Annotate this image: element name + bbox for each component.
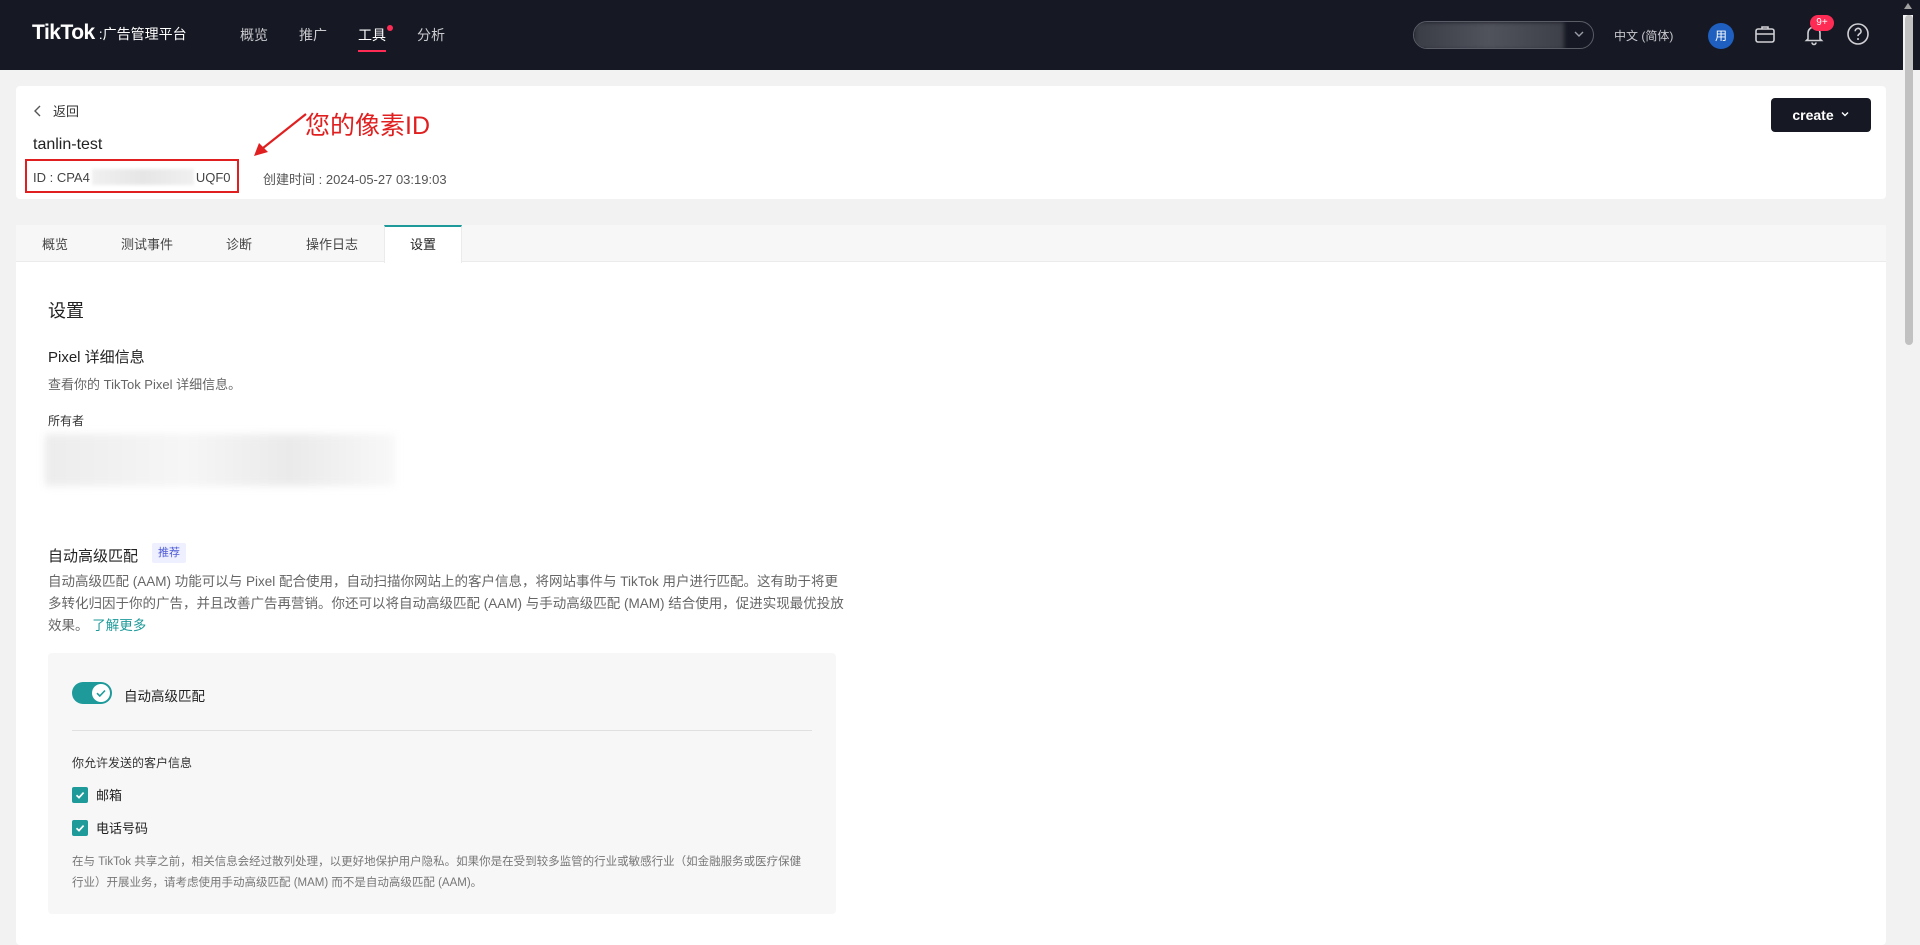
chevron-down-icon — [1573, 28, 1585, 43]
aam-description-text: 自动高级匹配 (AAM) 功能可以与 Pixel 配合使用，自动扫描你网站上的客… — [48, 574, 844, 633]
pixel-details-title: Pixel 详细信息 — [48, 349, 145, 366]
chevron-left-icon — [34, 105, 41, 116]
allowed-info-label: 你允许发送的客户信息 — [72, 756, 193, 770]
pixel-id-suffix: UQF0 — [195, 169, 231, 185]
checkbox-checked-icon — [72, 786, 88, 803]
divider — [72, 730, 812, 731]
back-link[interactable]: 返回 — [33, 101, 79, 120]
avatar[interactable]: 用 — [1708, 23, 1734, 49]
tab-activity-log[interactable]: 操作日志 — [290, 225, 374, 262]
create-button[interactable]: create — [1771, 98, 1871, 132]
nav-new-dot — [387, 25, 393, 31]
briefcase-icon[interactable] — [1753, 22, 1777, 46]
email-checkbox-label: 邮箱 — [96, 788, 123, 803]
owner-redacted — [45, 434, 395, 486]
created-time: 创建时间 : 2024-05-27 03:19:03 — [263, 172, 447, 187]
page-scrollbar-thumb[interactable] — [1905, 15, 1913, 345]
aam-toggle-label: 自动高级匹配 — [124, 689, 205, 704]
account-switcher[interactable] — [1413, 21, 1594, 49]
nav-item-overview[interactable]: 概览 — [240, 0, 268, 70]
language-selector[interactable]: 中文 (简体) — [1614, 27, 1673, 44]
phone-checkbox[interactable]: 电话号码 — [72, 818, 148, 837]
pixel-id-prefix: ID : CPA4 — [33, 169, 90, 185]
nav-item-tools-label: 工具 — [358, 27, 386, 43]
tab-test-events[interactable]: 测试事件 — [104, 225, 190, 262]
notification-badge: 9+ — [1810, 15, 1834, 31]
tab-settings[interactable]: 设置 — [384, 225, 462, 263]
aam-toggle[interactable] — [72, 682, 112, 704]
pixel-details-desc: 查看你的 TikTok Pixel 详细信息。 — [48, 377, 242, 392]
pixel-id-redacted — [91, 169, 194, 185]
annotation-text: 您的像素ID — [305, 112, 431, 140]
pixel-id: ID : CPA4 UQF0 — [33, 169, 231, 185]
nav-item-tools[interactable]: 工具 — [358, 0, 393, 70]
tab-overview[interactable]: 概览 — [16, 225, 94, 262]
top-navigation-bar: TikTok :广告管理平台 概览 推广 工具 分析 中文 (简体) 用 9+ — [0, 0, 1920, 70]
pixel-name: tanlin-test — [33, 136, 103, 153]
back-label: 返回 — [53, 104, 80, 119]
check-icon — [96, 689, 106, 698]
settings-title: 设置 — [48, 301, 84, 321]
email-checkbox[interactable]: 邮箱 — [72, 785, 122, 804]
account-name-redacted — [1414, 22, 1564, 48]
tab-diagnostics[interactable]: 诊断 — [206, 225, 272, 262]
logo-subtitle: :广告管理平台 — [98, 26, 187, 42]
toggle-knob — [92, 684, 110, 702]
main-nav: 概览 推广 工具 分析 — [240, 0, 476, 70]
aam-title: 自动高级匹配 — [48, 548, 139, 565]
tiktok-ads-logo[interactable]: TikTok :广告管理平台 — [32, 21, 187, 45]
annotation-arrow-icon — [254, 113, 307, 156]
create-button-label: create — [1792, 107, 1834, 123]
phone-checkbox-label: 电话号码 — [96, 821, 149, 836]
nav-item-campaign[interactable]: 推广 — [299, 0, 327, 70]
help-icon[interactable] — [1846, 22, 1870, 46]
learn-more-link[interactable]: 了解更多 — [92, 618, 146, 633]
aam-description: 自动高级匹配 (AAM) 功能可以与 Pixel 配合使用，自动扫描你网站上的客… — [48, 571, 844, 637]
recommended-badge: 推荐 — [152, 543, 186, 563]
checkbox-checked-icon — [72, 819, 88, 836]
logo-wordmark: TikTok — [32, 21, 95, 44]
chevron-down-icon — [1840, 109, 1850, 122]
owner-label: 所有者 — [48, 414, 85, 428]
privacy-note: 在与 TikTok 共享之前，相关信息会经过散列处理，以更好地保护用户隐私。如果… — [72, 856, 802, 889]
nav-item-analytics[interactable]: 分析 — [417, 0, 445, 70]
scroll-up-arrow-icon[interactable] — [1904, 3, 1912, 9]
